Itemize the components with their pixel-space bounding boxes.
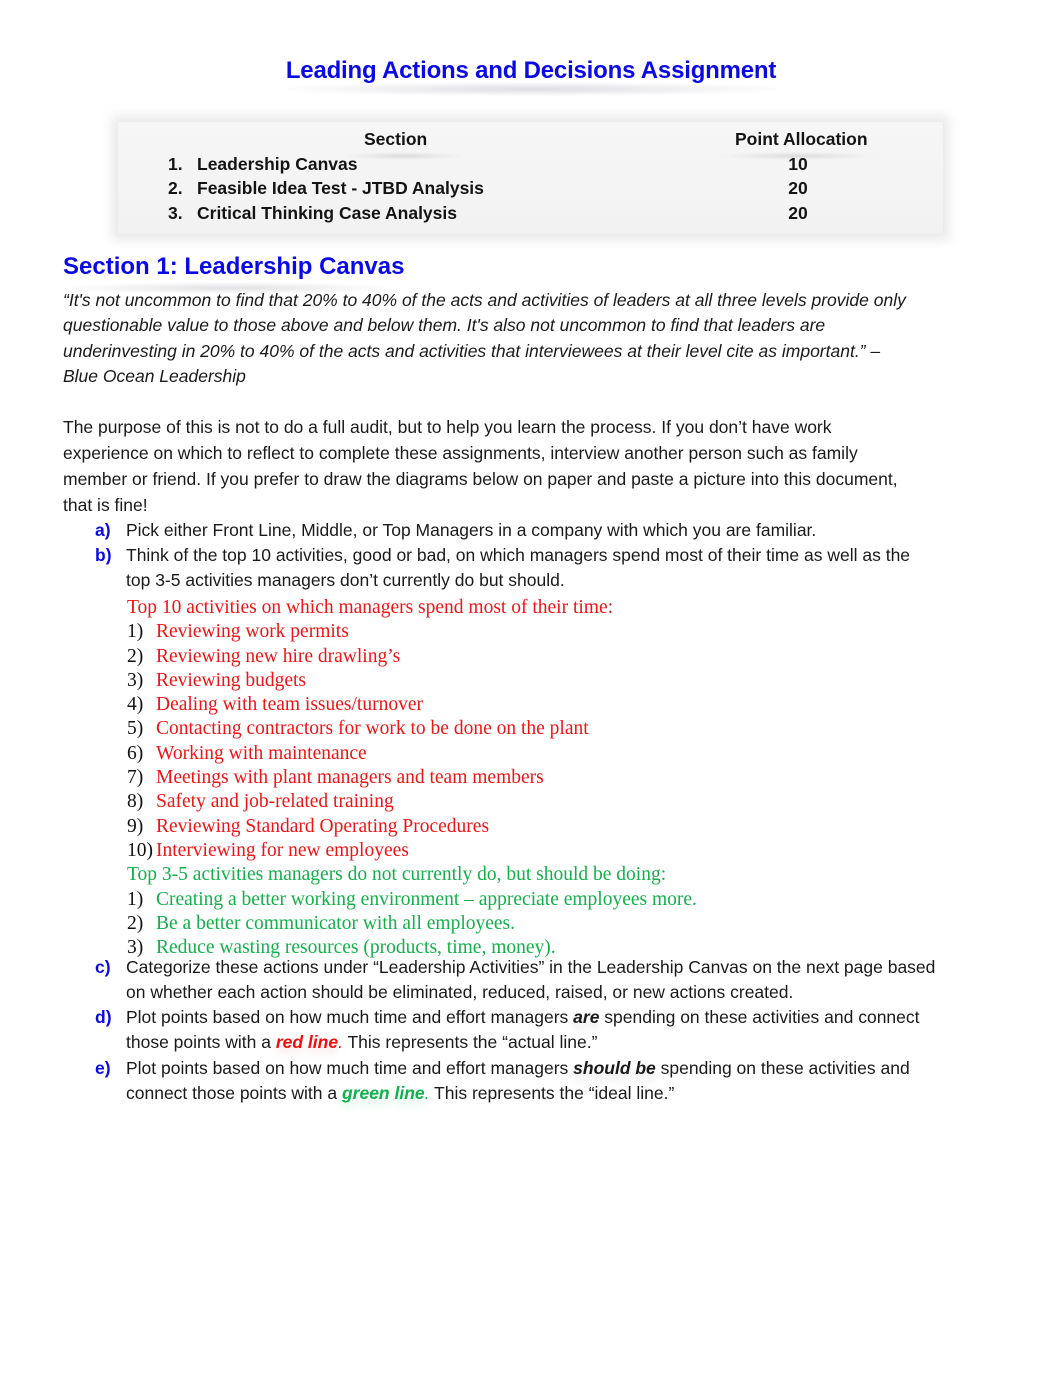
paragraph-line: that is fine!	[63, 495, 148, 515]
section-heading: Section 1: Leadership Canvas	[63, 253, 405, 280]
text-run: Plot points based on how much time and e…	[126, 1007, 574, 1027]
list-number: 7)	[127, 767, 144, 789]
list-item: 4) Dealing with team issues/turnover	[127, 693, 666, 717]
table-row-number: 2.	[168, 178, 183, 198]
list-text: Be a better communicator with all employ…	[156, 912, 516, 934]
item-text: top 3-5 activities managers don’t curren…	[126, 570, 565, 591]
text-run: This represents the “ideal line.”	[429, 1083, 675, 1104]
list-number: 2)	[127, 645, 144, 667]
list-number: 9)	[127, 815, 144, 837]
list-item: 2) Be a better communicator with all empl…	[127, 912, 666, 936]
item-text: Categorize these actions under “Leadersh…	[126, 957, 936, 977]
list-number: 5)	[127, 718, 144, 740]
top10-heading: Top 10 activities on which managers spen…	[127, 597, 614, 618]
document-title: Leading Actions and Decisions Assignment	[285, 57, 777, 84]
paragraph-line: member or friend. If you prefer to draw …	[63, 469, 898, 489]
list-item: 8) Safety and job-related training	[127, 790, 666, 814]
list-text: Dealing with team issues/turnover	[156, 694, 423, 716]
title-shadow	[285, 82, 780, 96]
item-label: d)	[95, 1007, 112, 1027]
text-run: those points with a	[126, 1032, 276, 1053]
list-number: 8)	[127, 791, 144, 813]
emphasis-should-be: should be	[573, 1058, 656, 1078]
list-item: 9) Reviewing Standard Operating Procedure…	[127, 815, 666, 839]
list-number: 1)	[127, 621, 144, 643]
quote-line: underinvesting in 20% to 40% of the acts…	[63, 340, 881, 361]
list-item: 2) Reviewing new hire drawling’s	[127, 645, 666, 669]
top10-answer-list: Top 10 activities on which managers spen…	[127, 596, 697, 960]
document-page: Leading Actions and Decisions Assignment…	[0, 0, 1062, 1377]
list-number: 3)	[127, 669, 144, 691]
text-run: This represents the “actual line.”	[342, 1032, 598, 1053]
table-row-section: Leadership Canvas	[197, 154, 358, 174]
list-text: Safety and job-related training	[156, 791, 394, 813]
list-text: Reviewing new hire drawling’s	[156, 645, 401, 667]
list-number: 10)	[127, 839, 153, 861]
quote-source: Blue Ocean Leadership	[63, 365, 246, 386]
table-row-number: 1.	[168, 154, 183, 174]
item-text: those points with a red line. This repre…	[126, 1030, 1011, 1055]
quote-block: “It's not uncommon to find that 20% to 4…	[63, 288, 1008, 389]
emphasis-red-line: red line	[275, 1032, 339, 1053]
item-label: c)	[95, 957, 111, 977]
intro-paragraph: The purpose of this is not to do a full …	[63, 414, 1008, 518]
item-text: on whether each action should be elimina…	[126, 982, 794, 1003]
list-number: 4)	[127, 694, 144, 716]
point-allocation-table: Section Point Allocation 1. Leadership C…	[118, 122, 943, 234]
list-text: Contacting contractors for work to be do…	[156, 718, 589, 740]
list-item: 10) Interviewing for new employees	[127, 839, 666, 863]
table-row-points: 20	[788, 203, 808, 223]
list-item: 3) Reviewing budgets	[127, 669, 666, 693]
emphasis-green-line: green line	[341, 1083, 425, 1104]
list-text: Interviewing for new employees	[156, 839, 409, 861]
text-run: connect those points with a	[126, 1083, 342, 1104]
paragraph-line: experience on which to reflect to comple…	[63, 443, 858, 463]
list-number: 1)	[127, 888, 144, 910]
list-item: 5) Contacting contractors for work to be …	[127, 717, 666, 741]
paragraph-line: The purpose of this is not to do a full …	[63, 417, 832, 437]
item-label: a)	[95, 520, 111, 540]
list-number: 6)	[127, 742, 144, 764]
item-text: Plot points based on how much time and e…	[126, 1005, 1011, 1030]
list-item: 1) Creating a better working environment …	[127, 888, 697, 912]
quote-line: “It's not uncommon to find that 20% to 4…	[63, 290, 906, 310]
table-row-points: 20	[788, 178, 808, 198]
item-text: Think of the top 10 activities, good or …	[126, 545, 911, 565]
list-text: Reviewing Standard Operating Procedures	[156, 815, 490, 837]
table-row-section: Critical Thinking Case Analysis	[197, 203, 457, 223]
list-text: Reviewing budgets	[156, 669, 307, 691]
item-label: e)	[95, 1058, 111, 1078]
item-text: Plot points based on how much time and e…	[126, 1056, 1011, 1081]
should-do-heading: Top 3-5 activities managers do not curre…	[127, 864, 667, 886]
text-run: spending on these activities and connect	[599, 1007, 920, 1027]
item-text: connect those points with a green line. …	[126, 1081, 1011, 1106]
header-shadow	[344, 152, 464, 160]
emphasis-are: are	[573, 1007, 600, 1027]
text-run: spending on these activities and	[655, 1058, 910, 1078]
list-text: Creating a better working environment – …	[156, 888, 697, 910]
text-run: Plot points based on how much time and e…	[126, 1058, 574, 1078]
list-item: 1) Reviewing work permits	[127, 620, 666, 644]
list-number: 2)	[127, 912, 144, 934]
list-item: 7) Meetings with plant managers and team …	[127, 766, 666, 790]
table-row-points: 10	[788, 154, 808, 174]
table-header-section: Section	[364, 129, 428, 149]
table-row-number: 3.	[168, 203, 183, 223]
table-header-points: Point Allocation	[735, 129, 868, 149]
item-text: Pick either Front Line, Middle, or Top M…	[126, 520, 817, 540]
list-text: Meetings with plant managers and team me…	[156, 767, 544, 789]
list-item: 6) Working with maintenance	[127, 742, 666, 766]
list-text: Working with maintenance	[156, 742, 367, 764]
quote-line: questionable value to those above and be…	[63, 315, 826, 336]
item-label: b)	[95, 545, 112, 565]
list-text: Reviewing work permits	[156, 621, 349, 643]
table-row-section: Feasible Idea Test - JTBD Analysis	[197, 178, 484, 198]
